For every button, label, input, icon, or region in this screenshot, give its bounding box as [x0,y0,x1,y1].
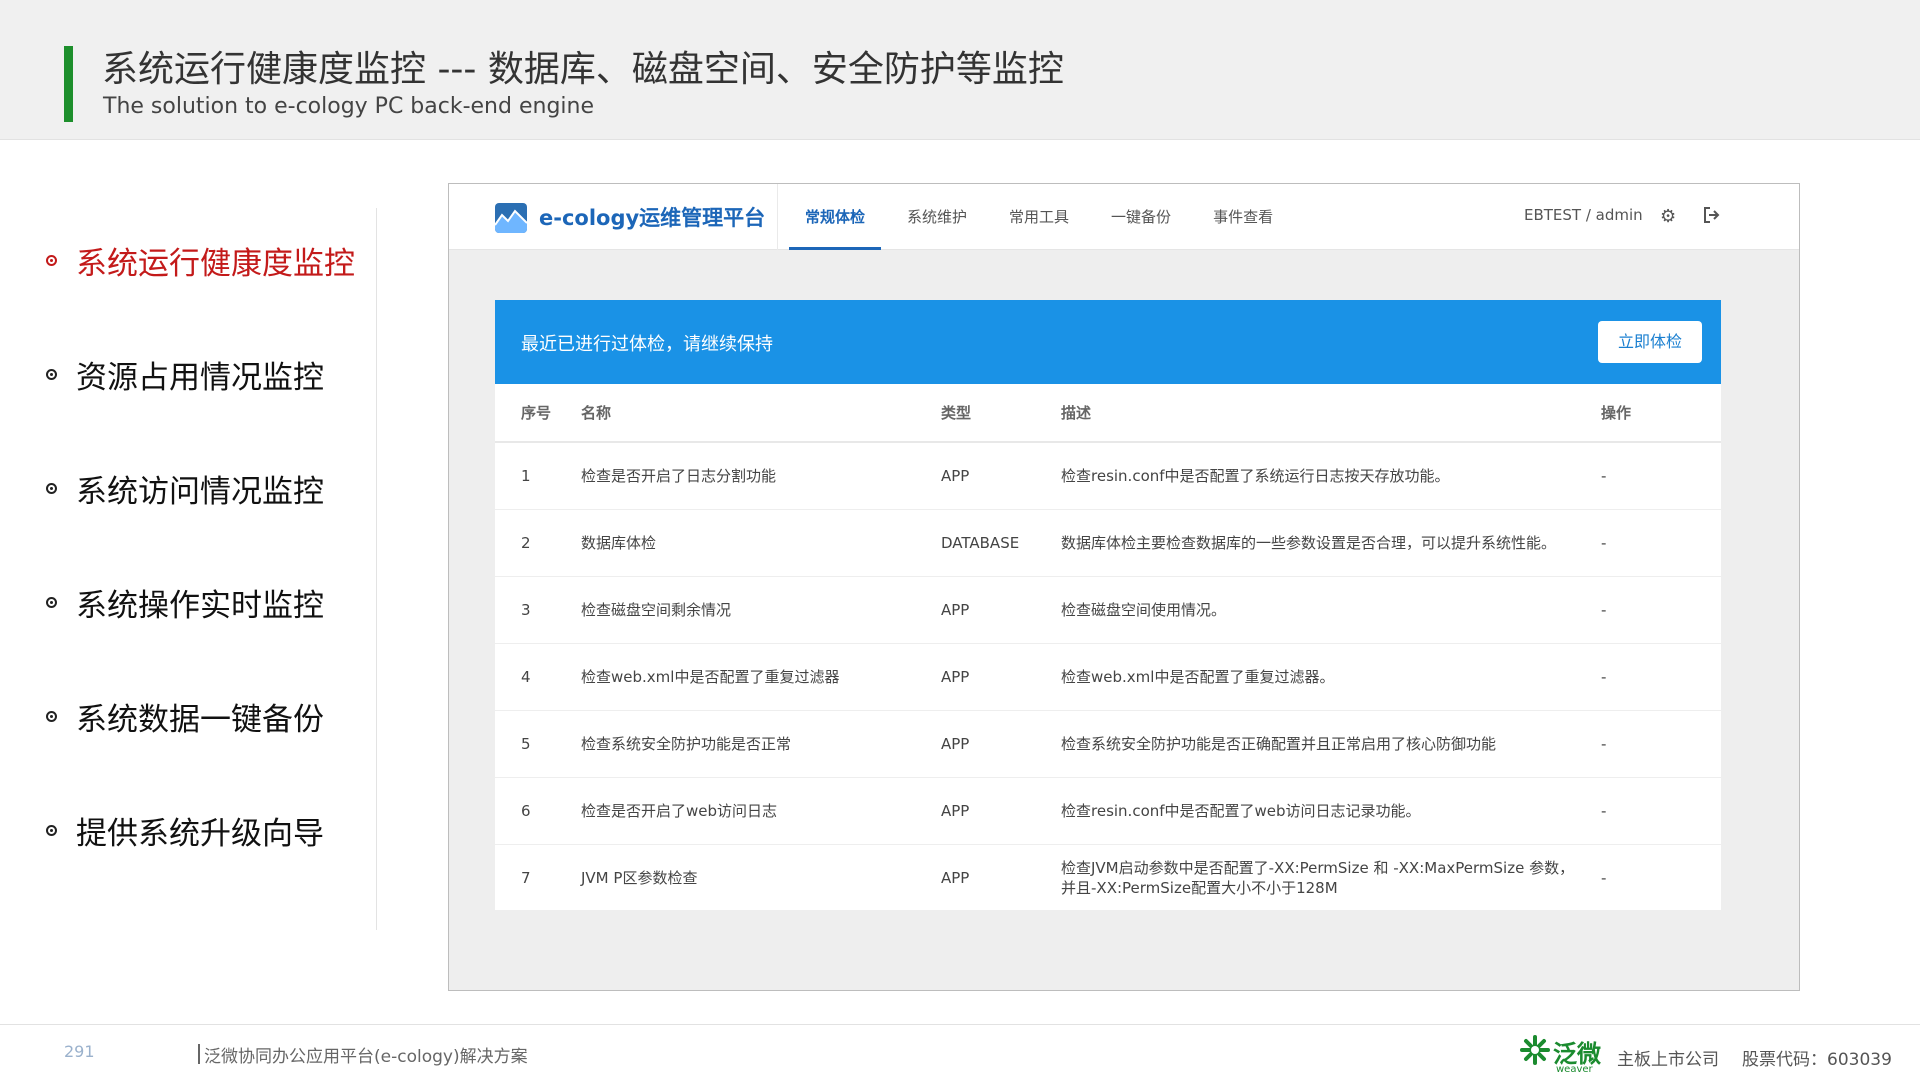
feature-label: 系统数据一键备份 [76,701,324,738]
cell-name: 检查是否开启了日志分割功能 [581,442,941,510]
cell-type: APP [941,777,1061,845]
cell-desc: 检查磁盘空间使用情况。 [1061,576,1601,644]
tab-system-maintenance[interactable]: 系统维护 [891,184,983,250]
col-header-name: 名称 [581,384,941,443]
cell-desc: 检查web.xml中是否配置了重复过滤器。 [1061,643,1601,711]
title-accent-bar [64,46,73,122]
feature-item: 提供系统升级向导 [46,800,324,860]
status-banner: 最近已进行过体检，请继续保持 立即体检 [495,300,1721,384]
cell-no: 4 [495,643,581,711]
check-table: 序号 名称 类型 描述 操作 1 检查是否开启了日志分割功能 APP 检查res… [495,384,1721,911]
tab-event-view[interactable]: 事件查看 [1197,184,1289,250]
cell-no: 3 [495,576,581,644]
bullet-icon [46,596,57,608]
cell-type: APP [941,643,1061,711]
bullet-icon [46,482,57,494]
platform-logo-icon [495,203,527,233]
footer-divider [0,1024,1920,1025]
cell-desc: 数据库体检主要检查数据库的一些参数设置是否合理，可以提升系统性能。 [1061,509,1601,577]
cell-name: 检查是否开启了web访问日志 [581,777,941,845]
bullet-icon [46,368,57,380]
feature-label: 提供系统升级向导 [76,815,324,852]
feature-label: 系统操作实时监控 [76,587,324,624]
feature-item: 系统数据一键备份 [46,686,324,746]
cell-name: 检查web.xml中是否配置了重复过滤器 [581,643,941,711]
cell-desc: 检查resin.conf中是否配置了系统运行日志按天存放功能。 [1061,442,1601,510]
feature-label: 系统运行健康度监控 [76,245,355,282]
stock-code: 股票代码：603039 [1742,1050,1892,1070]
cell-name: JVM P区参数检查 [581,869,698,888]
brand-divider [777,184,778,250]
logout-icon[interactable] [1702,206,1720,224]
cell-action[interactable]: - [1601,844,1721,911]
gear-icon[interactable]: ⚙ [1660,206,1676,227]
cell-type: APP [941,710,1061,778]
table-row: 7 JVM P区参数检查 APP 检查JVM启动参数中是否配置了-XX:Perm… [495,844,1721,911]
col-header-no: 序号 [495,384,581,443]
cell-type: APP [941,576,1061,644]
table-row: 5 检查系统安全防护功能是否正常 APP 检查系统安全防护功能是否正确配置并且正… [495,710,1721,778]
cell-action[interactable]: - [1601,777,1721,845]
cell-type: APP [941,868,970,887]
table-row: 6 检查是否开启了web访问日志 APP 检查resin.conf中是否配置了w… [495,777,1721,845]
cell-desc: 检查resin.conf中是否配置了web访问日志记录功能。 [1061,777,1601,845]
cell-name: 检查系统安全防护功能是否正常 [581,710,941,778]
cell-type: APP [941,442,1061,510]
health-check-panel: 最近已进行过体检，请继续保持 立即体检 序号 名称 类型 描述 操作 1 检查是… [495,300,1721,910]
bullet-icon [46,710,57,722]
cell-action[interactable]: - [1601,710,1721,778]
cell-action[interactable]: - [1601,509,1721,577]
table-row: 4 检查web.xml中是否配置了重复过滤器 APP 检查web.xml中是否配… [495,643,1721,711]
feature-item: 系统运行健康度监控 [46,230,355,290]
cell-no: 1 [495,442,581,510]
footer-title: 泛微协同办公应用平台(e-cology)解决方案 [198,1042,528,1067]
feature-item: 系统操作实时监控 [46,572,324,632]
cell-action[interactable]: - [1601,576,1721,644]
platform-brand[interactable]: e-cology运维管理平台 [539,202,765,232]
cell-desc: 检查系统安全防护功能是否正确配置并且正常启用了核心防御功能 [1061,710,1601,778]
cell-desc: 检查JVM启动参数中是否配置了-XX:PermSize 和 -XX:MaxPer… [1061,858,1575,897]
feature-item: 资源占用情况监控 [46,344,324,404]
feature-label: 系统访问情况监控 [76,473,324,510]
main-nav: 常规体检 系统维护 常用工具 一键备份 事件查看 [789,184,1299,250]
cell-action[interactable]: - [1601,643,1721,711]
col-header-desc: 描述 [1061,384,1601,443]
app-window: e-cology运维管理平台 常规体检 系统维护 常用工具 一键备份 事件查看 … [448,183,1800,991]
table-row: 2 数据库体检 DATABASE 数据库体检主要检查数据库的一些参数设置是否合理… [495,509,1721,577]
page-number: 291 [64,1042,95,1061]
app-topbar: e-cology运维管理平台 常规体检 系统维护 常用工具 一键备份 事件查看 … [449,184,1799,250]
status-message: 最近已进行过体检，请继续保持 [521,334,773,355]
bullet-icon [46,254,57,266]
col-header-type: 类型 [941,384,1061,443]
vertical-divider [376,208,377,930]
col-header-action: 操作 [1601,384,1721,443]
slide-header: 系统运行健康度监控 --- 数据库、磁盘空间、安全防护等监控 The solut… [0,0,1920,140]
table-row: 1 检查是否开启了日志分割功能 APP 检查resin.conf中是否配置了系统… [495,442,1721,510]
feature-label: 资源占用情况监控 [76,359,324,396]
cell-no: 2 [495,509,581,577]
feature-item: 系统访问情况监控 [46,458,324,518]
cell-action[interactable]: - [1601,442,1721,510]
check-now-button[interactable]: 立即体检 [1598,321,1702,363]
cell-name: 数据库体检 [581,509,941,577]
slide-subtitle: The solution to e-cology PC back-end eng… [103,94,594,119]
table-row: 3 检查磁盘空间剩余情况 APP 检查磁盘空间使用情况。 - [495,576,1721,644]
weaver-logo-subtext: weaver [1556,1064,1593,1075]
current-user[interactable]: EBTEST / admin [1524,206,1643,224]
bullet-icon [46,824,57,836]
cell-type: DATABASE [941,509,1061,577]
cell-no: 6 [495,777,581,845]
cell-no: 7 [521,868,531,887]
tab-routine-check[interactable]: 常规体检 [789,184,882,250]
cell-no: 5 [495,710,581,778]
tab-common-tools[interactable]: 常用工具 [993,184,1085,250]
listed-company-label: 主板上市公司 [1617,1050,1719,1070]
table-header-row: 序号 名称 类型 描述 操作 [495,384,1721,443]
cell-name: 检查磁盘空间剩余情况 [581,576,941,644]
slide-title: 系统运行健康度监控 --- 数据库、磁盘空间、安全防护等监控 [102,49,1064,90]
tab-one-click-backup[interactable]: 一键备份 [1095,184,1187,250]
